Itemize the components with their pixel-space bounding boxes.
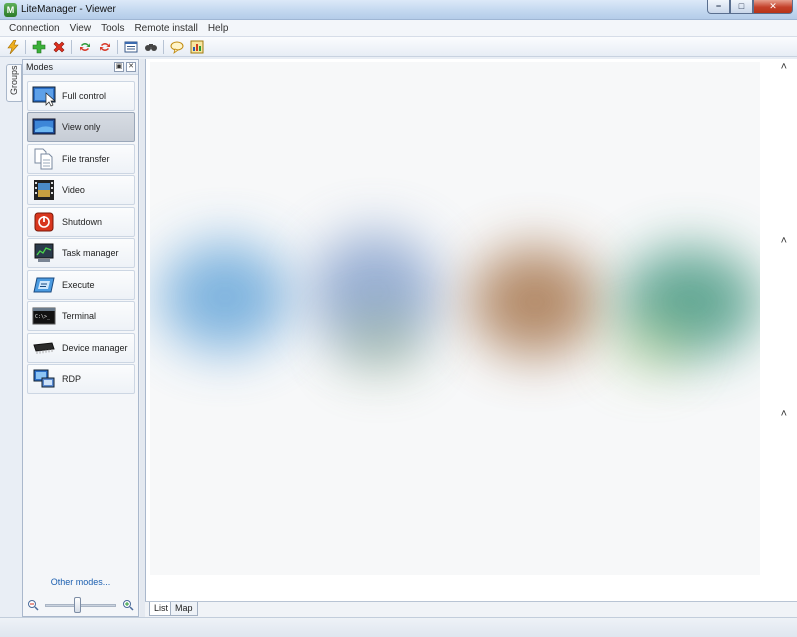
collapse-icon[interactable]: ˄	[781, 408, 787, 420]
mode-label: Video	[62, 185, 85, 195]
mode-label: File transfer	[62, 154, 110, 164]
groups-tab-label: Groups	[9, 65, 19, 95]
blurred-item	[470, 247, 600, 357]
zoom-slider-thumb[interactable]	[73, 597, 81, 613]
mode-label: Execute	[62, 280, 95, 290]
app-logo-icon: M	[4, 3, 17, 17]
add-icon[interactable]	[30, 39, 47, 55]
toolbar-separator	[117, 39, 118, 54]
other-modes-link[interactable]: Other modes...	[23, 577, 138, 587]
tab-map[interactable]: Map	[170, 602, 198, 616]
lightning-icon[interactable]	[4, 39, 21, 55]
blurred-item	[160, 242, 290, 352]
toolbar-separator	[25, 39, 26, 54]
rdp-icon	[32, 368, 56, 390]
mode-label: Full control	[62, 91, 107, 101]
mode-label: Terminal	[62, 311, 97, 321]
menu-help[interactable]: Help	[203, 20, 234, 37]
menu-tools[interactable]: Tools	[96, 20, 129, 37]
zoom-slider-row	[23, 595, 138, 615]
status-bar	[0, 617, 797, 637]
view-only-icon	[32, 116, 56, 138]
close-button[interactable]: ✕	[753, 0, 793, 14]
mode-label: Device manager	[62, 343, 128, 353]
reconnect-icon[interactable]	[96, 39, 113, 55]
menu-connection[interactable]: Connection	[4, 20, 65, 37]
execute-icon	[32, 274, 56, 296]
chat-icon[interactable]	[168, 39, 185, 55]
view-tabs: List Map	[145, 601, 797, 617]
window-title: LiteManager - Viewer	[21, 4, 116, 15]
mode-rdp[interactable]: RDP	[27, 364, 135, 394]
zoom-in-icon[interactable]	[122, 599, 134, 611]
refresh-icon[interactable]	[76, 39, 93, 55]
window-controls: − □ ✕	[707, 0, 793, 14]
mode-full-control[interactable]: Full control	[27, 81, 135, 111]
mode-terminal[interactable]: C:\>_ Terminal	[27, 301, 135, 331]
mode-execute[interactable]: Execute	[27, 270, 135, 300]
modes-panel-title: Modes	[26, 62, 54, 72]
shutdown-icon	[32, 211, 56, 233]
mode-label: View only	[62, 122, 101, 132]
blurred-item	[335, 312, 425, 372]
connections-viewport[interactable]	[150, 62, 760, 575]
device-manager-icon	[32, 337, 56, 359]
mode-shutdown[interactable]: Shutdown	[27, 207, 135, 237]
toolbar-separator	[163, 39, 164, 54]
mode-label: Shutdown	[62, 217, 103, 227]
list-view-icon[interactable]	[122, 39, 139, 55]
mode-file-transfer[interactable]: File transfer	[27, 144, 135, 174]
find-icon[interactable]	[142, 39, 159, 55]
collapse-icon[interactable]: ˄	[781, 61, 787, 73]
full-control-icon	[32, 85, 56, 107]
close-panel-icon[interactable]: ✕	[126, 62, 136, 72]
title-bar: M LiteManager - Viewer − □ ✕	[0, 0, 797, 20]
menu-remote-install[interactable]: Remote install	[129, 20, 202, 37]
stats-icon[interactable]	[188, 39, 205, 55]
mode-label: RDP	[62, 374, 82, 384]
mode-device-manager[interactable]: Device manager	[27, 333, 135, 363]
mode-video[interactable]: Video	[27, 175, 135, 205]
collapse-icon[interactable]: ˄	[781, 235, 787, 247]
groups-tab[interactable]: Groups	[6, 64, 22, 102]
toolbar-separator	[71, 39, 72, 54]
mode-view-only[interactable]: View only	[27, 112, 135, 142]
menu-view[interactable]: View	[65, 20, 97, 37]
file-transfer-icon	[32, 148, 56, 170]
video-icon	[32, 179, 56, 201]
terminal-icon: C:\>_	[32, 305, 56, 327]
mode-task-manager[interactable]: Task manager	[27, 238, 135, 268]
zoom-out-icon[interactable]	[27, 599, 39, 611]
minimize-button[interactable]: −	[707, 0, 730, 14]
main-view: ˄ ˄ ˄	[145, 59, 797, 601]
maximize-button[interactable]: □	[730, 0, 753, 14]
mode-label: Task manager	[62, 248, 119, 258]
toolbar	[0, 37, 797, 57]
delete-icon[interactable]	[50, 39, 67, 55]
pin-icon[interactable]: ▣	[114, 62, 124, 72]
modes-panel: Modes ▣ ✕ Full control View only File tr…	[22, 59, 139, 617]
blurred-item	[610, 322, 690, 372]
svg-text:C:\>_: C:\>_	[35, 314, 51, 320]
menu-bar: Connection View Tools Remote install Hel…	[0, 20, 797, 37]
modes-panel-header: Modes ▣ ✕	[23, 60, 138, 75]
task-manager-icon	[32, 242, 56, 264]
